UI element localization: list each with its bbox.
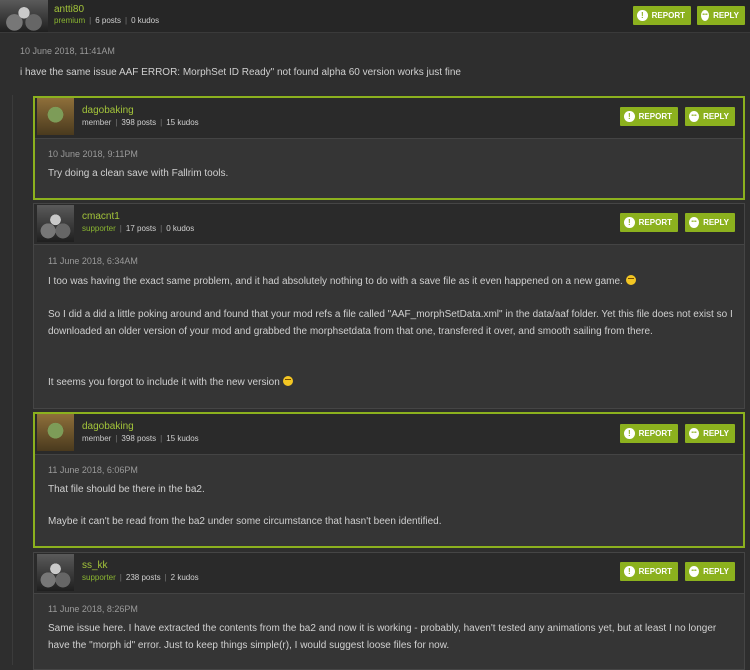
reply-icon: ••• (689, 428, 700, 439)
report-button[interactable]: ! REPORT (620, 424, 678, 443)
post-body-paragraph: Maybe it can't be read from the ba2 unde… (48, 516, 442, 527)
user-meta: premium | 6 posts | 0 kudos (54, 16, 160, 25)
post-count: 398 posts (121, 118, 157, 127)
user-role: premium (54, 16, 86, 25)
user-meta: member | 398 posts | 15 kudos (82, 434, 199, 443)
avatar[interactable] (37, 554, 74, 591)
post-date: 11 June 2018, 8:26PM (48, 604, 138, 614)
report-button[interactable]: ! REPORT (633, 6, 691, 25)
avatar[interactable] (37, 414, 74, 451)
reply-button[interactable]: ••• REPLY (697, 6, 745, 25)
user-meta: supporter | 238 posts | 2 kudos (82, 573, 199, 582)
reply-icon: ••• (689, 111, 700, 122)
post-date: 10 June 2018, 9:11PM (48, 149, 138, 159)
user-meta: member | 398 posts | 15 kudos (82, 118, 199, 127)
reply-icon: ••• (689, 566, 700, 577)
post-body: Try doing a clean save with Fallrim tool… (48, 168, 229, 179)
post-count: 398 posts (121, 434, 157, 443)
report-icon: ! (624, 111, 635, 122)
post-date: 11 June 2018, 6:34AM (48, 256, 138, 266)
kudos-count: 15 kudos (166, 434, 199, 443)
post-date: 11 June 2018, 6:06PM (48, 465, 138, 475)
post-body: Same issue here. I have extracted the co… (48, 623, 717, 651)
report-icon: ! (637, 10, 648, 21)
report-button[interactable]: ! REPORT (620, 213, 678, 232)
post-body-paragraph: So I did a did a little poking around an… (48, 309, 733, 337)
kudos-count: 0 kudos (166, 224, 195, 233)
post-body-paragraph: I too was having the exact same problem,… (48, 273, 738, 290)
username-link[interactable]: ss_kk (82, 560, 108, 571)
post-date: 10 June 2018, 11:41AM (20, 46, 115, 56)
post-count: 6 posts (95, 16, 121, 25)
username-link[interactable]: dagobaking (82, 105, 134, 116)
post-count: 17 posts (125, 224, 157, 233)
avatar[interactable] (37, 98, 74, 135)
report-icon: ! (624, 217, 635, 228)
user-meta: supporter | 17 posts | 0 kudos (82, 224, 195, 233)
reply-button[interactable]: ••• REPLY (685, 213, 735, 232)
report-button[interactable]: ! REPORT (620, 107, 678, 126)
kudos-count: 2 kudos (170, 573, 199, 582)
username-link[interactable]: dagobaking (82, 421, 134, 432)
post-count: 238 posts (125, 573, 161, 582)
reply-button[interactable]: ••• REPLY (685, 107, 735, 126)
kudos-count: 15 kudos (166, 118, 199, 127)
post-body-paragraph: That file should be there in the ba2. (48, 484, 205, 495)
reply-button[interactable]: ••• REPLY (685, 562, 735, 581)
avatar[interactable] (0, 0, 48, 32)
username-link[interactable]: antti80 (54, 4, 84, 15)
user-role: supporter (82, 573, 116, 582)
kudos-count: 0 kudos (131, 16, 160, 25)
report-button[interactable]: ! REPORT (620, 562, 678, 581)
avatar[interactable] (37, 205, 74, 242)
reply-icon: ••• (701, 10, 710, 21)
user-role: supporter (82, 224, 116, 233)
thread-line (12, 95, 13, 665)
reply-icon: ••• (689, 217, 700, 228)
report-icon: ! (624, 428, 635, 439)
username-link[interactable]: cmacnt1 (82, 211, 120, 222)
post-body-paragraph: It seems you forgot to include it with t… (48, 374, 738, 391)
smile-emoji-icon (282, 376, 293, 386)
user-role: member (82, 434, 112, 443)
report-icon: ! (624, 566, 635, 577)
user-role: member (82, 118, 112, 127)
sad-emoji-icon (625, 275, 636, 285)
reply-button[interactable]: ••• REPLY (685, 424, 735, 443)
post-body: i have the same issue AAF ERROR: MorphSe… (20, 67, 461, 78)
